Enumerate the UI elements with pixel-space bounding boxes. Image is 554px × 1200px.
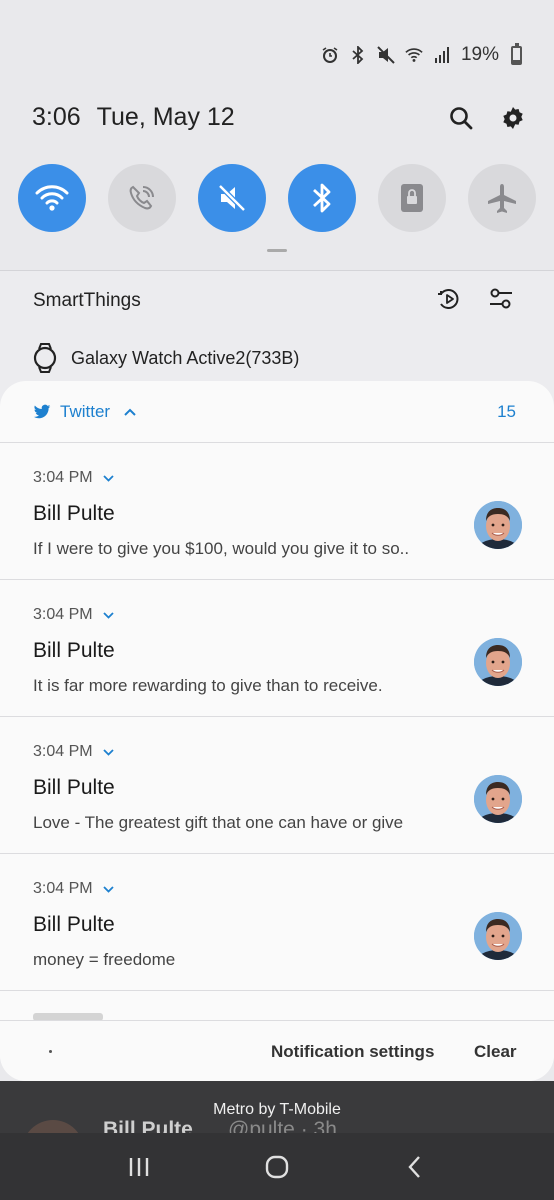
carrier-label: Metro by T-Mobile: [213, 1101, 341, 1118]
back-icon[interactable]: [395, 1147, 435, 1187]
notification-count: 15: [497, 401, 516, 421]
recent-apps-icon[interactable]: [119, 1147, 159, 1187]
wifi-calling-toggle[interactable]: [108, 164, 176, 232]
quick-toggles: [18, 164, 536, 232]
avatar: [474, 775, 522, 823]
smartthings-device[interactable]: Galaxy Watch Active2(733B): [33, 343, 299, 373]
panel-handle[interactable]: [267, 249, 287, 252]
clock-date[interactable]: Tue, May 12: [97, 103, 235, 132]
notification-text: It is far more rewarding to give than to…: [33, 676, 383, 695]
clock-time: 3:06: [32, 103, 81, 131]
notification-sender: Bill Pulte: [33, 639, 115, 662]
app-name: Twitter: [60, 401, 111, 421]
notification-time-row: 3:04 PM: [33, 606, 114, 624]
chevron-down-icon[interactable]: [102, 748, 114, 756]
notification-item[interactable]: 3:04 PM Bill Pulte money = freedome: [0, 854, 554, 991]
notification-settings-button[interactable]: Notification settings: [271, 1042, 434, 1062]
chevron-down-icon[interactable]: [102, 885, 114, 893]
notification-item[interactable]: 3:04 PM Bill Pulte If I were to give you…: [0, 443, 554, 580]
search-icon[interactable]: [448, 105, 474, 131]
avatar: [474, 912, 522, 960]
wifi-toggle[interactable]: [18, 164, 86, 232]
notification-time: 3:04 PM: [33, 469, 93, 486]
bluetooth-icon: [349, 46, 367, 64]
mute-icon: [218, 184, 246, 212]
card-footer: Notification settings Clear: [0, 1020, 554, 1081]
watch-icon: [33, 343, 57, 373]
portrait-lock-icon: [401, 184, 423, 212]
wifi-icon: [405, 46, 423, 64]
panel-header: 3:06 Tue, May 12: [32, 103, 526, 132]
portrait-toggle[interactable]: [378, 164, 446, 232]
notification-time-row: 3:04 PM: [33, 880, 114, 898]
home-icon[interactable]: [257, 1147, 297, 1187]
chevron-down-icon[interactable]: [102, 611, 114, 619]
alarm-icon: [321, 46, 339, 64]
notification-time-row: 3:04 PM: [33, 743, 114, 761]
media-output-icon[interactable]: [436, 286, 462, 312]
notification-item[interactable]: 3:04 PM Bill Pulte Love - The greatest g…: [0, 717, 554, 854]
notification-text: Love - The greatest gift that one can ha…: [33, 813, 404, 832]
notification-time: 3:04 PM: [33, 606, 93, 623]
notification-sender: Bill Pulte: [33, 776, 115, 799]
page-indicator-dot: [49, 1050, 52, 1053]
notification-card: Twitter 15 3:04 PM Bill Pulte If I were …: [0, 381, 554, 1081]
twitter-icon: [33, 404, 51, 418]
airplane-icon: [488, 184, 516, 213]
smartthings-title[interactable]: SmartThings: [33, 290, 141, 312]
mute-toggle[interactable]: [198, 164, 266, 232]
bluetooth-toggle[interactable]: [288, 164, 356, 232]
wifi-call-icon: [129, 185, 154, 210]
airplane-toggle[interactable]: [468, 164, 536, 232]
signal-icon: [433, 46, 451, 64]
battery-percent: 19%: [460, 44, 499, 65]
wifi-icon: [35, 185, 69, 211]
devices-filter-icon[interactable]: [488, 286, 514, 312]
notification-text: If I were to give you $100, would you gi…: [33, 539, 410, 558]
mute-icon: [377, 46, 395, 64]
navigation-bar: [0, 1133, 554, 1200]
notification-time: 3:04 PM: [33, 880, 93, 897]
chevron-up-icon[interactable]: [124, 408, 136, 416]
settings-icon[interactable]: [500, 105, 526, 131]
status-bar: 19%: [321, 42, 522, 66]
device-name: Galaxy Watch Active2(733B): [71, 347, 300, 368]
notification-sender: Bill Pulte: [33, 502, 115, 525]
avatar: [474, 501, 522, 549]
notification-text: money = freedome: [33, 950, 176, 969]
chevron-down-icon[interactable]: [102, 474, 114, 482]
battery-icon: [511, 42, 522, 65]
avatar: [474, 638, 522, 686]
clear-button[interactable]: Clear: [474, 1042, 517, 1062]
notification-sender: Bill Pulte: [33, 913, 115, 936]
bluetooth-icon: [313, 183, 331, 213]
notification-time: 3:04 PM: [33, 743, 93, 760]
partial-notification: [0, 991, 554, 1021]
notification-time-row: 3:04 PM: [33, 469, 114, 487]
notification-group-header[interactable]: Twitter 15: [0, 381, 554, 443]
notification-item[interactable]: 3:04 PM Bill Pulte It is far more reward…: [0, 580, 554, 717]
